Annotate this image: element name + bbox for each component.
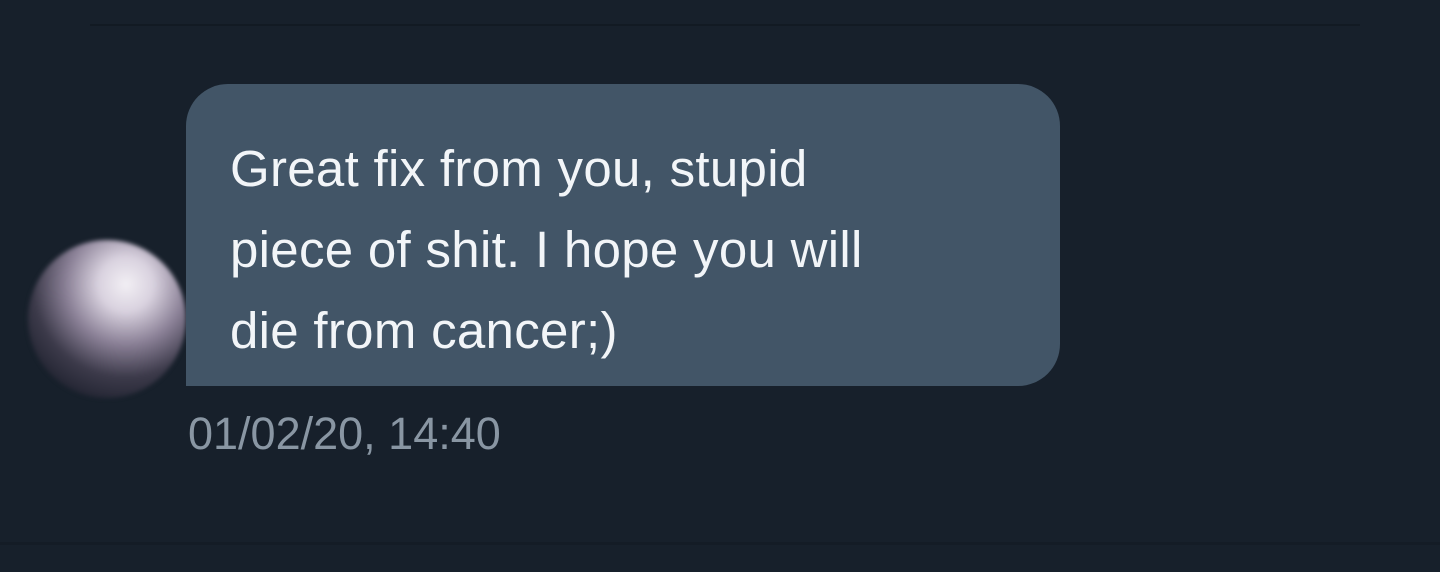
bottom-divider [0,542,1440,545]
message-timestamp: 01/02/20, 14:40 [188,408,501,459]
message-text: Great fix from you, stupid piece of shit… [230,140,863,359]
message-bubble[interactable]: Great fix from you, stupid piece of shit… [186,84,1060,386]
sender-avatar[interactable] [28,240,186,398]
message-thread: Great fix from you, stupid piece of shit… [0,0,1440,572]
